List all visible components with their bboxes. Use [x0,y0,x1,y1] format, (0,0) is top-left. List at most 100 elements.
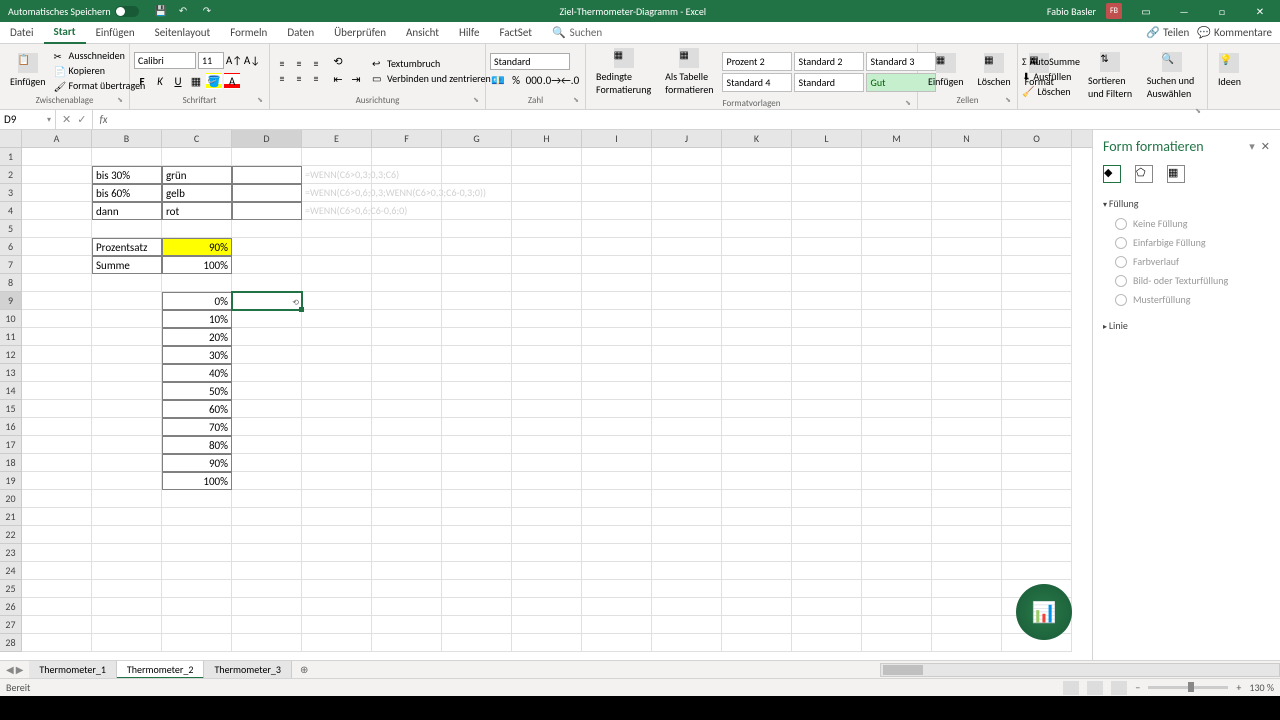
cell[interactable] [22,292,92,310]
cell[interactable] [22,400,92,418]
cell[interactable] [792,328,862,346]
cell[interactable] [932,526,1002,544]
cell[interactable]: 90% [162,238,232,256]
cell[interactable] [232,526,302,544]
cell[interactable] [162,148,232,166]
cell[interactable] [442,292,512,310]
cell[interactable] [582,148,652,166]
cell[interactable] [862,454,932,472]
cell[interactable] [932,256,1002,274]
cell[interactable] [22,472,92,490]
cell[interactable]: ⟲ [232,292,302,310]
cell[interactable] [22,148,92,166]
cell[interactable] [582,454,652,472]
cell[interactable] [162,220,232,238]
orientation-icon[interactable]: ⟲ [330,54,346,70]
cell[interactable] [652,562,722,580]
cell[interactable] [1002,256,1072,274]
cell[interactable] [792,436,862,454]
cell[interactable] [512,400,582,418]
cell[interactable] [512,418,582,436]
cell[interactable] [302,364,372,382]
cell[interactable] [372,238,442,256]
cell[interactable]: grün [162,166,232,184]
cell[interactable] [1002,508,1072,526]
increase-font-icon[interactable]: A↑ [226,53,242,69]
cell[interactable] [862,616,932,634]
cell[interactable] [512,310,582,328]
cell[interactable] [302,454,372,472]
cell[interactable] [442,256,512,274]
cell[interactable] [442,454,512,472]
cell[interactable]: 90% [162,454,232,472]
cell[interactable] [442,418,512,436]
cell[interactable] [932,346,1002,364]
cell[interactable] [582,220,652,238]
pane-close-icon[interactable]: ✕ [1261,140,1270,153]
horizontal-scrollbar[interactable] [880,663,1280,677]
cell[interactable] [512,292,582,310]
cell[interactable] [512,148,582,166]
cell[interactable] [162,544,232,562]
cell[interactable] [302,562,372,580]
cell[interactable] [442,472,512,490]
cell[interactable] [92,382,162,400]
cell[interactable] [302,508,372,526]
cell[interactable] [582,202,652,220]
fill-option[interactable]: Farbverlauf [1115,252,1270,271]
cell[interactable] [722,148,792,166]
cell[interactable] [22,490,92,508]
cell[interactable] [162,580,232,598]
select-all-button[interactable] [0,130,22,147]
cell[interactable] [722,256,792,274]
col-head[interactable]: K [722,130,792,147]
cell[interactable] [932,634,1002,652]
cell[interactable] [232,454,302,472]
cell[interactable] [862,382,932,400]
cell[interactable]: 20% [162,328,232,346]
merge-center-button[interactable]: ▭Verbinden und zentrieren [372,72,491,85]
cell[interactable] [442,562,512,580]
cell[interactable] [512,346,582,364]
cell[interactable] [232,436,302,454]
fx-icon[interactable]: fx [93,113,113,126]
underline-button[interactable]: U [170,73,186,89]
cell[interactable] [442,382,512,400]
cell[interactable] [862,328,932,346]
tab-einfuegen[interactable]: Einfügen [86,22,145,44]
cell[interactable] [512,508,582,526]
cell[interactable]: Prozentsatz [92,238,162,256]
cell[interactable] [792,310,862,328]
cell[interactable] [792,634,862,652]
cell[interactable] [372,292,442,310]
cell[interactable] [932,436,1002,454]
cell[interactable] [92,400,162,418]
effects-tab-icon[interactable]: ⬠ [1135,165,1153,183]
row-head[interactable]: 14 [0,382,22,400]
cell[interactable] [792,184,862,202]
cell[interactable] [372,274,442,292]
cell[interactable] [302,598,372,616]
cell[interactable] [22,202,92,220]
tab-ueberpruefen[interactable]: Überprüfen [324,22,396,44]
zoom-level[interactable]: 130 % [1249,681,1274,694]
cell[interactable] [92,310,162,328]
cell[interactable] [92,490,162,508]
cell[interactable] [372,148,442,166]
cell[interactable] [92,472,162,490]
cell[interactable]: bis 30% [92,166,162,184]
cell[interactable] [792,166,862,184]
cell[interactable] [932,490,1002,508]
row-head[interactable]: 1 [0,148,22,166]
cell[interactable] [512,454,582,472]
sheet-nav-next-icon[interactable]: ▶ [16,663,24,676]
cell[interactable] [372,508,442,526]
cell[interactable] [372,346,442,364]
cell[interactable] [372,310,442,328]
cell[interactable] [372,256,442,274]
col-head[interactable]: D [232,130,302,147]
fill-color-button[interactable]: 🪣 [206,73,222,89]
cell[interactable] [792,580,862,598]
cell[interactable] [862,508,932,526]
cell[interactable] [512,616,582,634]
